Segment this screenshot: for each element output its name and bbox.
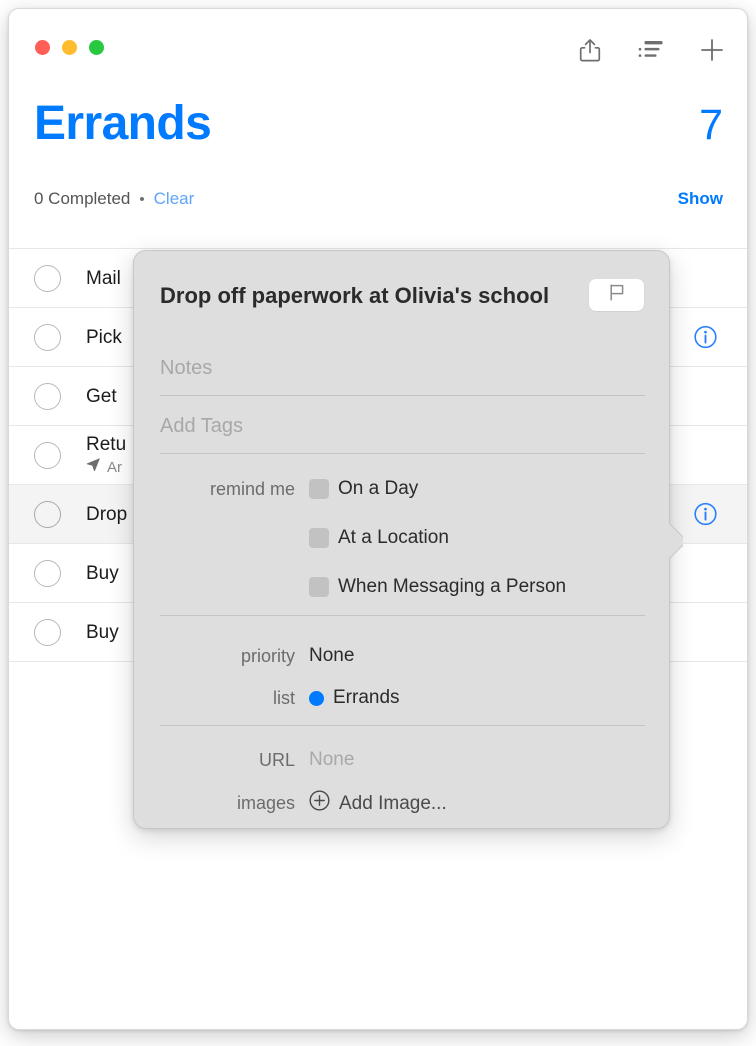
completed-count-label: 0 Completed bbox=[34, 189, 131, 208]
divider bbox=[160, 453, 645, 454]
plus-icon bbox=[699, 37, 725, 63]
zoom-button[interactable] bbox=[89, 40, 104, 55]
row-text: Get bbox=[86, 385, 117, 408]
complete-checkbox[interactable] bbox=[34, 618, 61, 646]
popover-title: Drop off paperwork at Olivia's school bbox=[160, 283, 550, 308]
reminder-title: Pick bbox=[86, 326, 122, 348]
url-label: URL bbox=[258, 749, 295, 770]
list-header: Errands 7 0 Completed • Clear Show bbox=[9, 95, 747, 225]
complete-checkbox[interactable] bbox=[34, 382, 61, 410]
row-text: Mail bbox=[86, 267, 121, 290]
complete-checkbox[interactable] bbox=[34, 441, 61, 469]
list-color-dot bbox=[309, 690, 324, 706]
add-image-button[interactable]: Add Image... bbox=[309, 790, 447, 817]
location-text: Ar bbox=[107, 458, 122, 476]
divider bbox=[160, 395, 645, 396]
images-label: images bbox=[236, 793, 295, 813]
complete-checkbox[interactable] bbox=[34, 264, 61, 292]
window-titlebar bbox=[9, 9, 747, 87]
list-value-control[interactable]: Errands bbox=[309, 687, 400, 709]
plus-circle-icon bbox=[309, 790, 330, 817]
remind-when-messaging-control: When Messaging a Person bbox=[309, 576, 566, 598]
page-title: Errands bbox=[34, 97, 212, 150]
reminder-title: Get bbox=[86, 385, 117, 407]
show-completed-link[interactable]: Show bbox=[678, 189, 723, 209]
row-text: Pick bbox=[86, 326, 122, 349]
priority-row: priority None bbox=[134, 645, 669, 667]
reminder-title: Drop bbox=[86, 503, 128, 525]
url-value[interactable]: None bbox=[309, 749, 354, 771]
on-a-day-label[interactable]: On a Day bbox=[338, 478, 418, 500]
list-value: Errands bbox=[333, 687, 400, 708]
priority-label: priority bbox=[240, 645, 295, 666]
info-button[interactable] bbox=[694, 325, 717, 349]
location-arrow-icon bbox=[86, 457, 101, 477]
meta-separator-dot: • bbox=[139, 191, 145, 208]
priority-value[interactable]: None bbox=[309, 645, 354, 667]
reminder-title: Retu bbox=[86, 434, 127, 455]
url-row: URL None bbox=[134, 749, 669, 771]
row-text: Buy bbox=[86, 621, 119, 644]
reminder-detail-popover: Drop off paperwork at Olivia's school No… bbox=[133, 250, 670, 829]
remind-at-location-row: At a Location bbox=[134, 527, 669, 549]
traffic-lights bbox=[35, 40, 104, 55]
images-row: images Add Image... bbox=[134, 790, 669, 817]
when-messaging-checkbox[interactable] bbox=[309, 577, 329, 597]
flag-button[interactable] bbox=[589, 279, 644, 311]
add-reminder-button[interactable] bbox=[697, 35, 727, 65]
complete-checkbox[interactable] bbox=[34, 500, 61, 528]
tags-input[interactable]: Add Tags bbox=[160, 415, 645, 438]
list-row: list Errands bbox=[134, 687, 669, 709]
reminder-location: Ar bbox=[86, 457, 126, 477]
at-a-location-label[interactable]: At a Location bbox=[338, 527, 449, 549]
divider bbox=[160, 615, 645, 616]
share-icon bbox=[579, 38, 601, 63]
info-button[interactable] bbox=[694, 502, 717, 526]
reminder-title: Mail bbox=[86, 267, 121, 289]
on-a-day-checkbox[interactable] bbox=[309, 479, 329, 499]
minimize-button[interactable] bbox=[62, 40, 77, 55]
remind-on-a-day-row: remind me On a Day bbox=[134, 478, 669, 500]
reminders-window: Errands 7 0 Completed • Clear Show Mail … bbox=[8, 8, 748, 1030]
flag-icon bbox=[607, 283, 627, 307]
share-button[interactable] bbox=[575, 35, 605, 65]
divider bbox=[160, 725, 645, 726]
complete-checkbox[interactable] bbox=[34, 559, 61, 587]
close-button[interactable] bbox=[35, 40, 50, 55]
remind-on-a-day-control: On a Day bbox=[309, 478, 418, 500]
remind-when-messaging-row: When Messaging a Person bbox=[134, 576, 669, 598]
notes-input[interactable]: Notes bbox=[160, 357, 645, 380]
list-sort-icon bbox=[638, 40, 664, 60]
list-label: list bbox=[273, 687, 295, 708]
row-text: Retu Ar bbox=[86, 433, 126, 477]
completed-meta: 0 Completed • Clear bbox=[34, 189, 194, 209]
remind-at-location-control: At a Location bbox=[309, 527, 449, 549]
popover-pointer bbox=[667, 519, 683, 575]
reminder-title: Buy bbox=[86, 562, 119, 584]
complete-checkbox[interactable] bbox=[34, 323, 61, 351]
reminder-title: Buy bbox=[86, 621, 119, 643]
at-a-location-checkbox[interactable] bbox=[309, 528, 329, 548]
toolbar bbox=[575, 35, 727, 65]
add-image-label: Add Image... bbox=[339, 792, 447, 814]
sort-view-button[interactable] bbox=[636, 35, 666, 65]
row-text: Drop bbox=[86, 503, 127, 526]
clear-completed-link[interactable]: Clear bbox=[154, 189, 195, 209]
when-messaging-label[interactable]: When Messaging a Person bbox=[338, 576, 566, 598]
remind-me-label: remind me bbox=[209, 478, 295, 499]
reminder-count: 7 bbox=[699, 101, 723, 149]
row-text: Buy bbox=[86, 562, 119, 585]
